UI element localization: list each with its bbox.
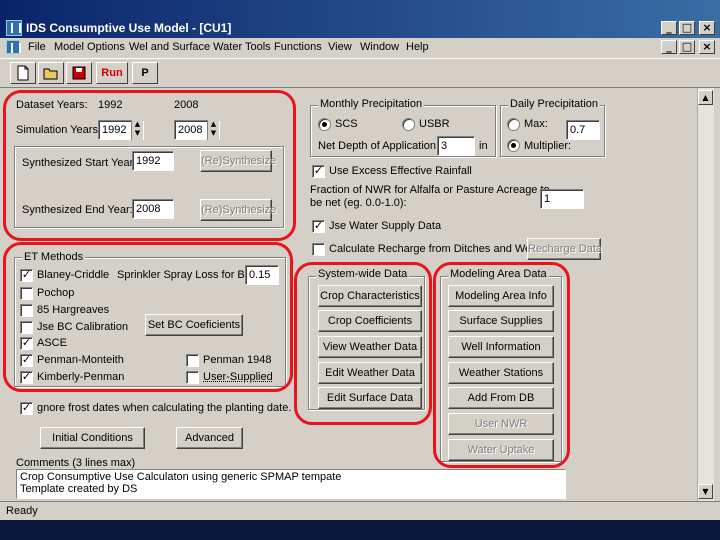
- calculate-recharge-label: Calculate Recharge from Ditches and Well…: [329, 243, 542, 255]
- daily-precip-input[interactable]: 0.7: [566, 120, 600, 140]
- use-water-supply-label: Jse Water Supply Data: [329, 220, 442, 232]
- close-button[interactable]: ×: [699, 21, 715, 35]
- multiplier-label: Multiplier:: [524, 140, 572, 152]
- usbr-label: USBR: [419, 118, 450, 130]
- annotation-outline-et: [3, 242, 293, 392]
- menu-model-options[interactable]: Model Options: [54, 41, 125, 53]
- fraction-label-line2: be net (eg. 0.0-1.0):: [310, 197, 407, 209]
- annotation-outline-system: [294, 262, 432, 425]
- child-restore-button[interactable]: □: [679, 40, 695, 54]
- use-excess-rainfall-checkbox[interactable]: ✓: [312, 165, 325, 178]
- floppy-disk-icon: [72, 66, 86, 80]
- status-text: Ready: [6, 505, 38, 517]
- menu-window[interactable]: Window: [360, 41, 399, 53]
- restore-button[interactable]: □: [679, 21, 695, 35]
- fraction-label-line1: Fraction of NWR for Alfalfa or Pasture A…: [310, 184, 550, 196]
- ignore-frost-label: gnore frost dates when calculating the p…: [37, 402, 292, 414]
- scroll-down-icon[interactable]: ▼: [698, 484, 713, 499]
- comment-line-1: Crop Consumptive Use Calculaton using ge…: [20, 471, 342, 483]
- fraction-input[interactable]: 1: [540, 189, 584, 209]
- max-radio[interactable]: [507, 118, 520, 131]
- menu-help[interactable]: Help: [406, 41, 429, 53]
- open-folder-icon: [43, 68, 58, 80]
- multiplier-radio[interactable]: [507, 139, 520, 152]
- daily-precip-title: Daily Precipitation: [508, 98, 601, 110]
- menu-view[interactable]: View: [328, 41, 352, 53]
- menu-functions[interactable]: Functions: [274, 41, 322, 53]
- comments-label: Comments (3 lines max): [16, 457, 136, 469]
- scs-label: SCS: [335, 118, 358, 130]
- save-button[interactable]: [66, 62, 92, 84]
- vertical-scrollbar[interactable]: [697, 88, 714, 501]
- comment-line-2: Template created by DS: [20, 483, 138, 495]
- new-file-button[interactable]: [10, 62, 36, 84]
- use-water-supply-checkbox[interactable]: ✓: [312, 220, 325, 233]
- use-excess-rainfall-label: Use Excess Effective Rainfall: [329, 165, 472, 177]
- open-folder-button[interactable]: [38, 62, 64, 84]
- window-title: IDS Consumptive Use Model - [CU1]: [26, 21, 232, 35]
- calculate-recharge-checkbox[interactable]: [312, 243, 325, 256]
- net-depth-input[interactable]: 3: [437, 136, 475, 156]
- background-strip: [0, 520, 720, 540]
- minimize-button[interactable]: _: [661, 21, 677, 35]
- ignore-frost-checkbox[interactable]: ✓: [20, 402, 33, 415]
- recharge-data-button[interactable]: Recharge Data: [527, 238, 602, 260]
- p-button[interactable]: P: [132, 62, 158, 84]
- app-icon: [6, 20, 22, 36]
- initial-conditions-button[interactable]: Initial Conditions: [40, 427, 145, 449]
- menu-file[interactable]: File: [28, 41, 46, 53]
- status-bar: [0, 501, 720, 520]
- child-window-icon[interactable]: [6, 40, 21, 54]
- monthly-precip-title: Monthly Precipitation: [318, 98, 425, 110]
- net-depth-unit: in: [479, 140, 488, 152]
- child-minimize-button[interactable]: _: [661, 40, 677, 54]
- annotation-outline-modeling: [433, 262, 570, 468]
- child-close-button[interactable]: ×: [699, 40, 715, 54]
- annotation-outline-dataset: [3, 90, 296, 241]
- max-label: Max:: [524, 118, 548, 130]
- usbr-radio[interactable]: [402, 118, 415, 131]
- net-depth-label: Net Depth of Application:: [318, 140, 440, 152]
- scs-radio[interactable]: [318, 118, 331, 131]
- scroll-up-icon[interactable]: ▲: [698, 90, 713, 105]
- advanced-button[interactable]: Advanced: [176, 427, 243, 449]
- new-file-icon: [17, 65, 29, 81]
- menu-well-surface-tools[interactable]: Wel and Surface Water Tools: [129, 41, 271, 53]
- run-button[interactable]: Run: [96, 62, 128, 84]
- comments-textarea[interactable]: Crop Consumptive Use Calculaton using ge…: [16, 469, 566, 499]
